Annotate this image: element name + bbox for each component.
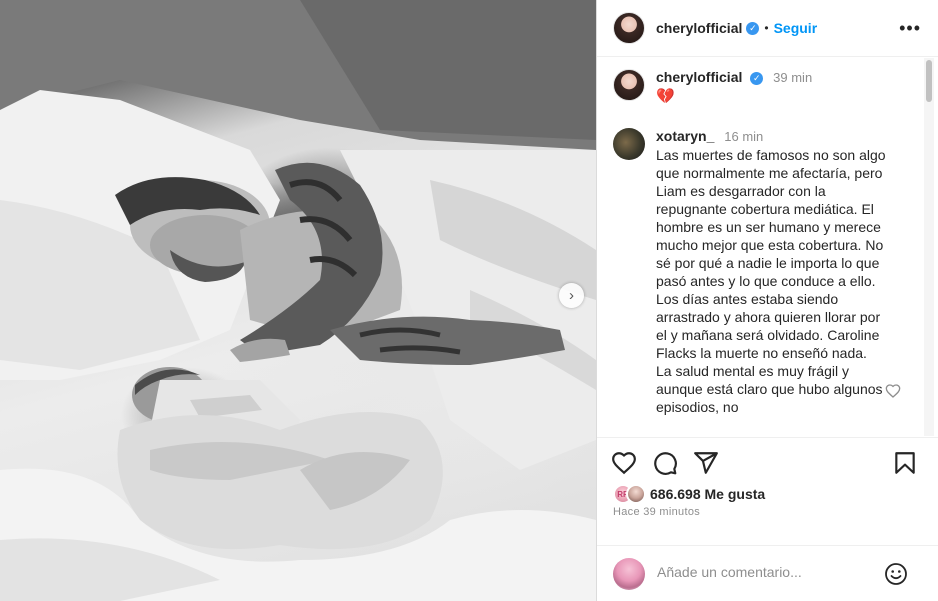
bookmark-icon[interactable] — [892, 450, 918, 476]
verified-icon: ✓ — [746, 21, 760, 35]
comment-text: Las muertes de famosos no son algo que n… — [656, 147, 886, 415]
likes-label: Me gusta — [704, 486, 766, 502]
likes-number: 686.698 — [650, 486, 701, 502]
post-actions: RR 686.698 Me gusta Hace 39 minutos — [597, 437, 938, 601]
comment-item: xotaryn_ 16 min Las muertes de famosos n… — [613, 127, 913, 416]
caption-username[interactable]: cherylofficial — [656, 69, 742, 85]
comment-time[interactable]: 16 min — [724, 129, 763, 144]
chevron-right-icon: › — [569, 287, 574, 304]
comment-icon[interactable] — [652, 450, 678, 476]
heart-icon[interactable] — [611, 450, 637, 476]
caption-text: 💔 — [656, 88, 675, 105]
author-username[interactable]: cherylofficial — [656, 20, 742, 36]
add-comment-bar — [597, 545, 938, 601]
likes-count[interactable]: 686.698 Me gusta — [650, 486, 765, 502]
scrollbar-thumb[interactable] — [926, 60, 932, 102]
more-icon[interactable]: ••• — [899, 18, 921, 39]
caption-avatar[interactable] — [613, 69, 645, 101]
comments-scrollbar[interactable] — [924, 58, 934, 436]
post-side-panel: cherylofficial ✓ • Seguir ••• cheryloffi… — [596, 0, 938, 601]
photo-illustration — [0, 0, 596, 601]
commenter-avatar[interactable] — [613, 128, 645, 160]
comment-input[interactable] — [657, 564, 877, 580]
carousel-next-button[interactable]: › — [559, 283, 584, 308]
follow-button[interactable]: Seguir — [774, 20, 818, 36]
post-timestamp[interactable]: Hace 39 minutos — [613, 506, 700, 518]
comment-like-heart-icon[interactable] — [885, 383, 901, 399]
post-photo[interactable]: › — [0, 0, 596, 601]
liker-avatar — [626, 484, 646, 504]
verified-icon: ✓ — [750, 71, 764, 85]
post-header: cherylofficial ✓ • Seguir ••• — [597, 0, 938, 57]
caption: cherylofficial ✓ 39 min 💔 — [613, 68, 812, 107]
share-icon[interactable] — [693, 450, 719, 476]
author-avatar[interactable] — [613, 12, 645, 44]
separator-dot: • — [764, 21, 769, 35]
commenter-username[interactable]: xotaryn_ — [656, 128, 714, 144]
likes-row[interactable]: RR 686.698 Me gusta — [613, 484, 765, 504]
current-user-avatar — [613, 558, 645, 590]
comments-list[interactable]: cherylofficial ✓ 39 min 💔 xotaryn_ 16 mi… — [597, 58, 923, 436]
caption-time[interactable]: 39 min — [773, 70, 812, 85]
emoji-icon[interactable] — [884, 562, 908, 586]
